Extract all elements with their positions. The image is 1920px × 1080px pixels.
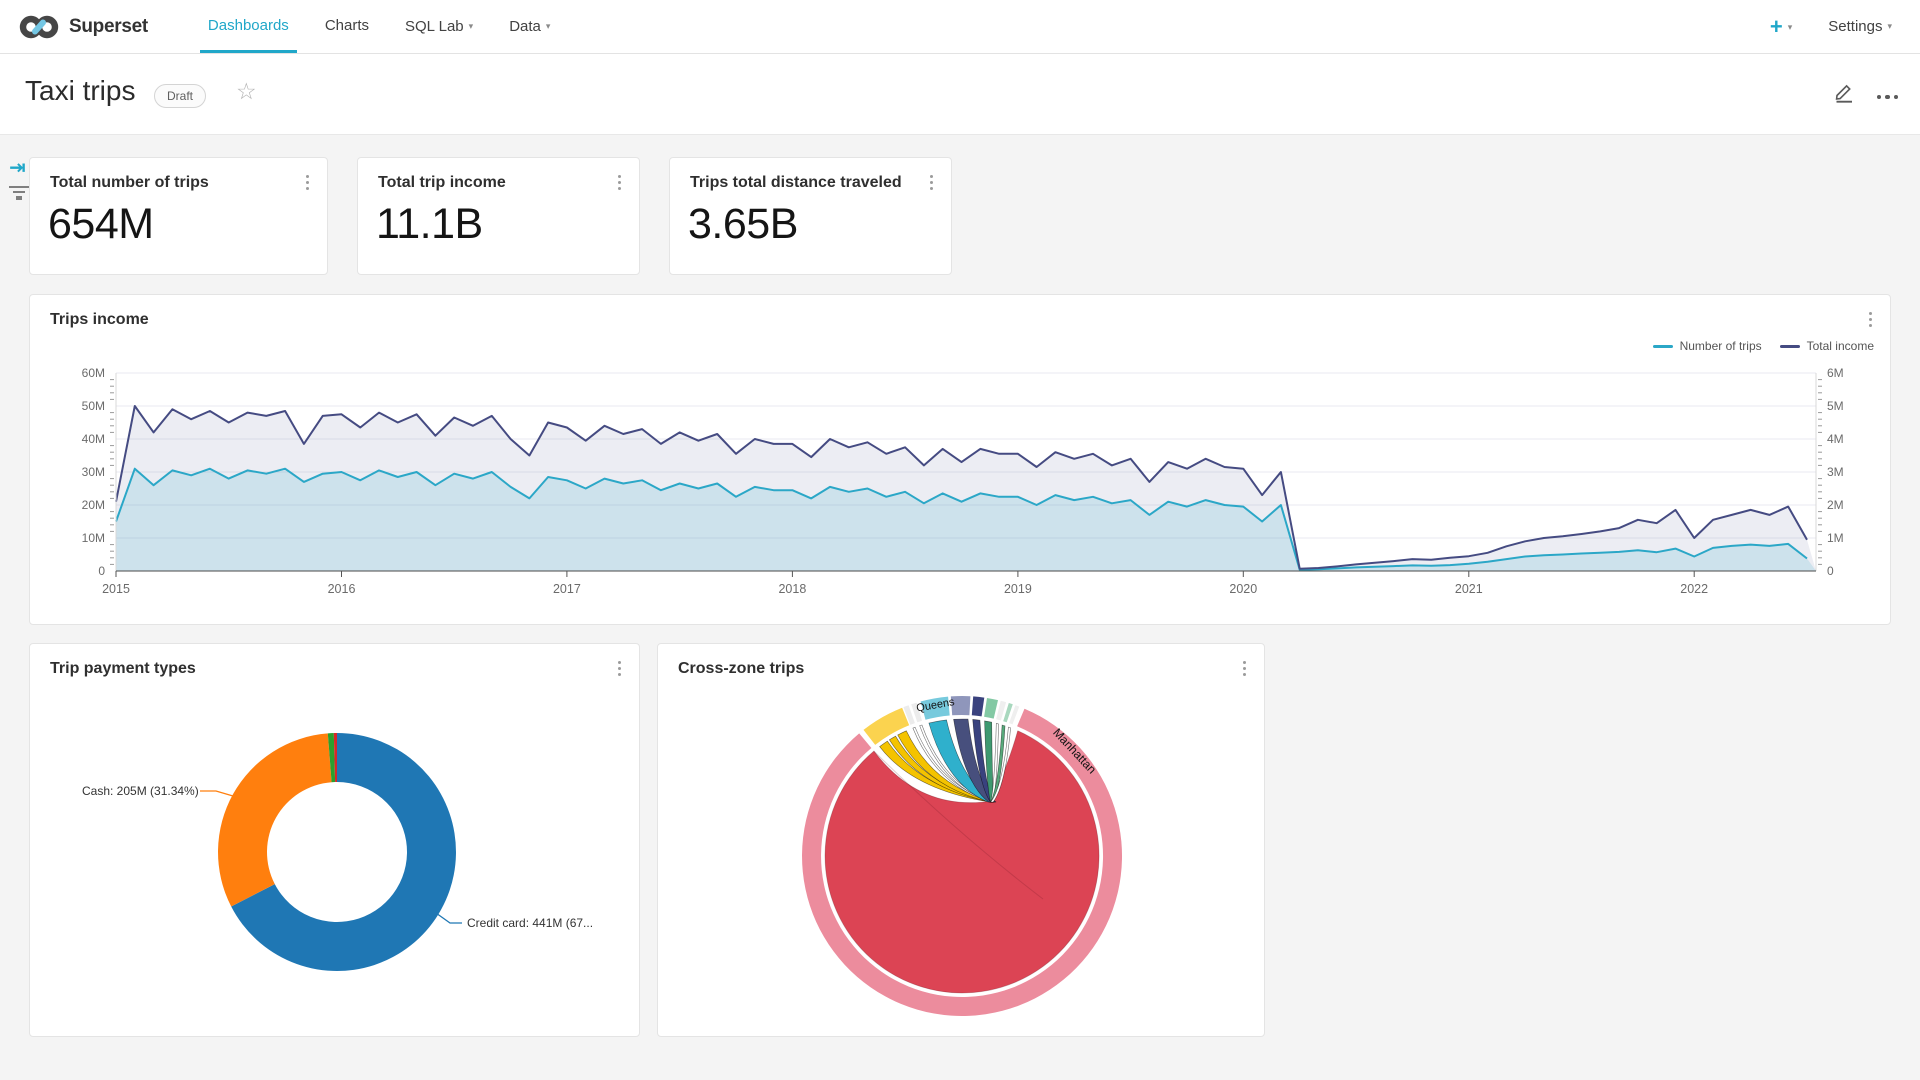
kebab-menu-icon[interactable]	[1865, 310, 1876, 329]
svg-text:5M: 5M	[1827, 399, 1844, 413]
kebab-menu-icon[interactable]	[614, 173, 625, 192]
superset-logo[interactable]: Superset	[18, 13, 148, 41]
svg-text:2018: 2018	[778, 582, 806, 596]
chevron-down-icon: ▾	[469, 21, 474, 31]
kpi-value: 654M	[48, 200, 154, 249]
legend-item-number-of-trips[interactable]: Number of trips	[1653, 339, 1762, 353]
nav-tabs: Dashboards Charts SQL Lab▾ Data▾	[190, 0, 568, 53]
svg-text:40M: 40M	[82, 432, 105, 446]
svg-text:10M: 10M	[82, 531, 105, 545]
new-item-button[interactable]: +▾	[1770, 16, 1792, 38]
kpi-value: 3.65B	[688, 200, 798, 249]
filter-icon[interactable]	[8, 186, 30, 203]
svg-text:2017: 2017	[553, 582, 581, 596]
svg-text:6M: 6M	[1827, 366, 1844, 380]
header-actions	[1833, 80, 1899, 108]
expand-filter-bar-icon[interactable]: ⇥	[9, 155, 26, 180]
kebab-menu-icon[interactable]	[302, 173, 313, 192]
svg-text:2019: 2019	[1004, 582, 1032, 596]
svg-text:Credit card: 441M (67...: Credit card: 441M (67...	[467, 916, 593, 930]
svg-text:2015: 2015	[102, 582, 130, 596]
legend-swatch	[1653, 345, 1673, 348]
kpi-card-distance: Trips total distance traveled 3.65B	[669, 157, 952, 275]
kpi-value: 11.1B	[376, 200, 483, 249]
svg-text:60M: 60M	[82, 366, 105, 380]
svg-text:2022: 2022	[1680, 582, 1708, 596]
kebab-menu-icon[interactable]	[926, 173, 937, 192]
chart-legend: Number of trips Total income	[1653, 339, 1874, 353]
svg-text:2021: 2021	[1455, 582, 1483, 596]
chart-title: Trips income	[50, 311, 149, 329]
nav-right-actions: +▾ Settings▾	[1770, 16, 1892, 38]
brand-name: Superset	[69, 16, 148, 38]
dashboard-header: Taxi trips Draft ☆	[0, 54, 1920, 135]
svg-text:20M: 20M	[82, 498, 105, 512]
edit-dashboard-button[interactable]	[1833, 80, 1855, 108]
svg-text:2M: 2M	[1827, 498, 1844, 512]
kpi-title: Total trip income	[378, 174, 506, 192]
top-navbar: Superset Dashboards Charts SQL Lab▾ Data…	[0, 0, 1920, 54]
superset-infinity-icon	[18, 13, 60, 41]
chevron-down-icon: ▾	[1788, 22, 1793, 32]
trips-income-chart[interactable]: 0 10M 20M 30M 40M 50M 60M 0 1M 2M 3M 4M 5M 6M 2015 2016…	[30, 365, 1892, 601]
legend-item-total-income[interactable]: Total income	[1780, 339, 1874, 353]
svg-text:Cash: 205M (31.34%): Cash: 205M (31.34%)	[82, 784, 199, 798]
nav-tab-dashboards[interactable]: Dashboards	[190, 0, 307, 53]
svg-text:50M: 50M	[82, 399, 105, 413]
svg-text:4M: 4M	[1827, 432, 1844, 446]
svg-text:1M: 1M	[1827, 531, 1844, 545]
kpi-card-trip-income: Total trip income 11.1B	[357, 157, 640, 275]
kpi-card-total-trips: Total number of trips 654M	[29, 157, 328, 275]
nav-tab-charts[interactable]: Charts	[307, 0, 387, 53]
svg-text:0: 0	[98, 564, 105, 578]
nav-tab-data[interactable]: Data▾	[491, 0, 568, 53]
legend-swatch	[1780, 345, 1800, 348]
trip-payment-types-panel: Trip payment types Cash: 205M (31.34%)Cr…	[29, 643, 640, 1037]
cross-zone-trips-panel: Cross-zone trips QueensManhattan	[657, 643, 1265, 1037]
draft-status-badge: Draft	[154, 84, 206, 108]
svg-text:0: 0	[1827, 564, 1834, 578]
chevron-down-icon: ▾	[546, 21, 551, 31]
cross-zone-trips-chart[interactable]: QueensManhattan	[658, 644, 1264, 1036]
svg-text:2016: 2016	[328, 582, 356, 596]
pencil-icon	[1833, 80, 1855, 103]
svg-text:2020: 2020	[1229, 582, 1257, 596]
kpi-title: Total number of trips	[50, 174, 209, 192]
chevron-down-icon: ▾	[1887, 21, 1892, 31]
trips-income-panel: Trips income Number of trips Total incom…	[29, 294, 1891, 625]
svg-text:30M: 30M	[82, 465, 105, 479]
settings-menu[interactable]: Settings▾	[1828, 18, 1892, 35]
dashboard-menu-ellipsis[interactable]	[1877, 86, 1899, 108]
kpi-title: Trips total distance traveled	[690, 174, 902, 192]
superset-dashboard-page: Superset Dashboards Charts SQL Lab▾ Data…	[0, 0, 1920, 1080]
favorite-star-icon[interactable]: ☆	[236, 78, 257, 105]
trip-payment-types-chart[interactable]: Cash: 205M (31.34%) Credit card: 441M (67…	[30, 644, 639, 1036]
svg-text:3M: 3M	[1827, 465, 1844, 479]
nav-tab-sql-lab[interactable]: SQL Lab▾	[387, 0, 491, 53]
page-title: Taxi trips	[25, 75, 135, 107]
